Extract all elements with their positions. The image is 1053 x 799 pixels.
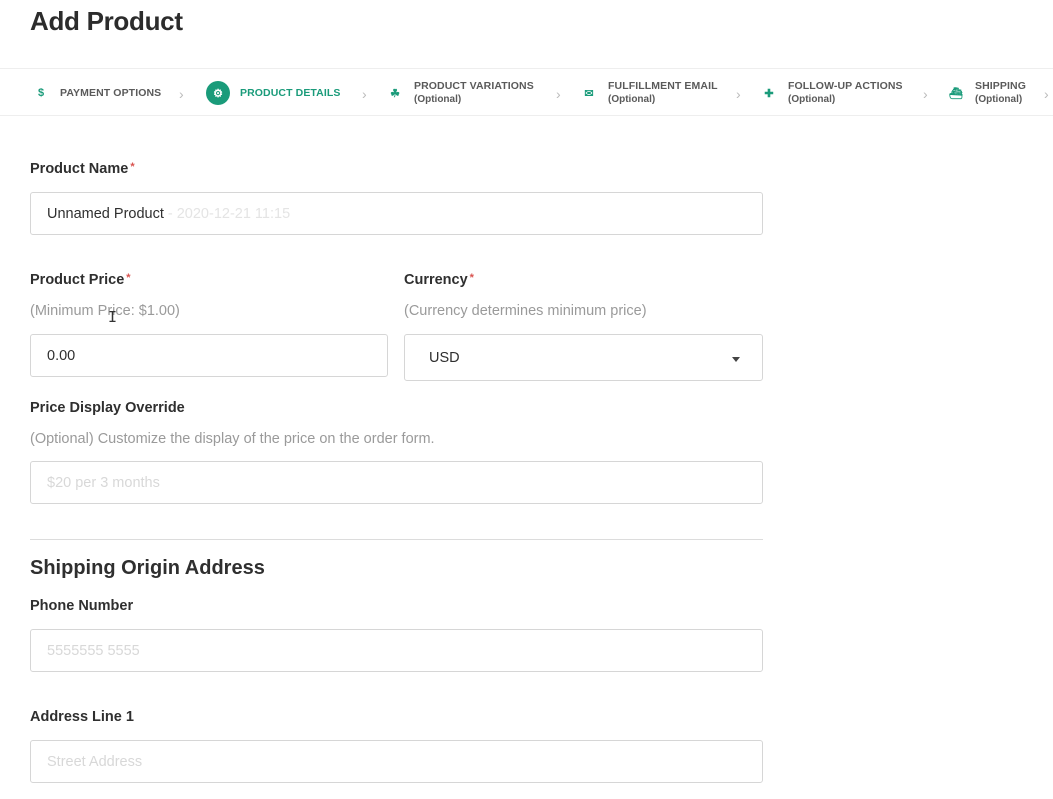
- step-sub: (Optional): [608, 94, 656, 105]
- step-label: PAYMENT OPTIONS: [60, 86, 162, 99]
- step-label: SHIPPING: [975, 80, 1026, 92]
- chevron-right-icon: ›: [362, 86, 367, 102]
- product-name-value: Unnamed Product: [47, 205, 164, 222]
- currency-label: Currency *: [404, 272, 474, 288]
- chevron-right-icon: ›: [923, 86, 928, 102]
- step-sub: (Optional): [975, 94, 1023, 105]
- address-line-1-label: Address Line 1: [30, 709, 134, 725]
- section-divider: [30, 539, 763, 540]
- step-label: FULFILLMENT EMAIL: [608, 80, 718, 92]
- gears-icon: ⚙: [206, 81, 230, 105]
- required-asterisk: *: [126, 272, 131, 284]
- phone-number-input[interactable]: 5555555 5555: [30, 629, 763, 672]
- required-asterisk: *: [130, 161, 135, 173]
- text-cursor-icon: I: [108, 308, 118, 326]
- product-price-input[interactable]: 0.00: [30, 334, 388, 377]
- step-label: PRODUCT DETAILS: [240, 86, 341, 99]
- step-payment-options[interactable]: $ PAYMENT OPTIONS: [32, 69, 161, 117]
- currency-select[interactable]: USD: [404, 334, 763, 381]
- product-name-ghost-text: - 2020-12-21 11:15: [167, 205, 291, 222]
- step-shipping[interactable]: ⛴ SHIPPING (Optional): [947, 69, 1026, 117]
- address-line-1-placeholder: Street Address: [47, 753, 143, 770]
- product-name-label: Product Name *: [30, 161, 135, 177]
- step-product-variations[interactable]: ☘ PRODUCT VARIATIONS (Optional): [386, 69, 534, 117]
- puzzle-icon: ✚: [764, 87, 774, 100]
- address-line-1-input[interactable]: Street Address: [30, 740, 763, 783]
- shipping-origin-title: Shipping Origin Address: [30, 557, 265, 579]
- step-label: PRODUCT VARIATIONS: [414, 80, 534, 92]
- phone-number-label: Phone Number: [30, 598, 134, 614]
- product-price-label: Product Price *: [30, 272, 131, 288]
- caret-down-icon: [732, 357, 740, 362]
- ship-icon: ⛴: [949, 87, 963, 100]
- dollar-icon: $: [37, 87, 45, 99]
- chevron-right-icon: ›: [179, 86, 184, 102]
- phone-number-placeholder: 5555555 5555: [47, 642, 140, 659]
- stepper-bar: $ PAYMENT OPTIONS › ⚙ PRODUCT DETAILS › …: [0, 68, 1053, 116]
- price-display-override-input[interactable]: $20 per 3 months: [30, 461, 763, 504]
- currency-hint: (Currency determines minimum price): [404, 303, 647, 319]
- product-name-input[interactable]: Unnamed Product - 2020-12-21 11:15: [30, 192, 763, 235]
- chevron-right-icon: ›: [556, 86, 561, 102]
- step-follow-up-actions[interactable]: ✚ FOLLOW-UP ACTIONS (Optional): [760, 69, 903, 117]
- product-price-value: 0.00: [47, 347, 76, 364]
- cubes-icon: ☘: [390, 87, 400, 100]
- envelope-icon: ✉: [584, 87, 594, 100]
- price-display-override-hint: (Optional) Customize the display of the …: [30, 431, 435, 447]
- chevron-right-icon: ›: [736, 86, 741, 102]
- step-product-details[interactable]: ⚙ PRODUCT DETAILS: [206, 69, 340, 117]
- step-label: FOLLOW-UP ACTIONS: [788, 80, 903, 92]
- price-display-override-placeholder: $20 per 3 months: [47, 474, 160, 491]
- required-asterisk: *: [469, 272, 474, 284]
- product-price-hint: (Minimum Price: $1.00): [30, 303, 180, 319]
- step-fulfillment-email[interactable]: ✉ FULFILLMENT EMAIL (Optional): [580, 69, 718, 117]
- price-display-override-label: Price Display Override: [30, 400, 185, 416]
- page-title: Add Product: [30, 6, 183, 36]
- step-sub: (Optional): [788, 94, 836, 105]
- currency-value: USD: [429, 349, 460, 366]
- step-sub: (Optional): [414, 94, 462, 105]
- chevron-right-icon: ›: [1044, 86, 1049, 102]
